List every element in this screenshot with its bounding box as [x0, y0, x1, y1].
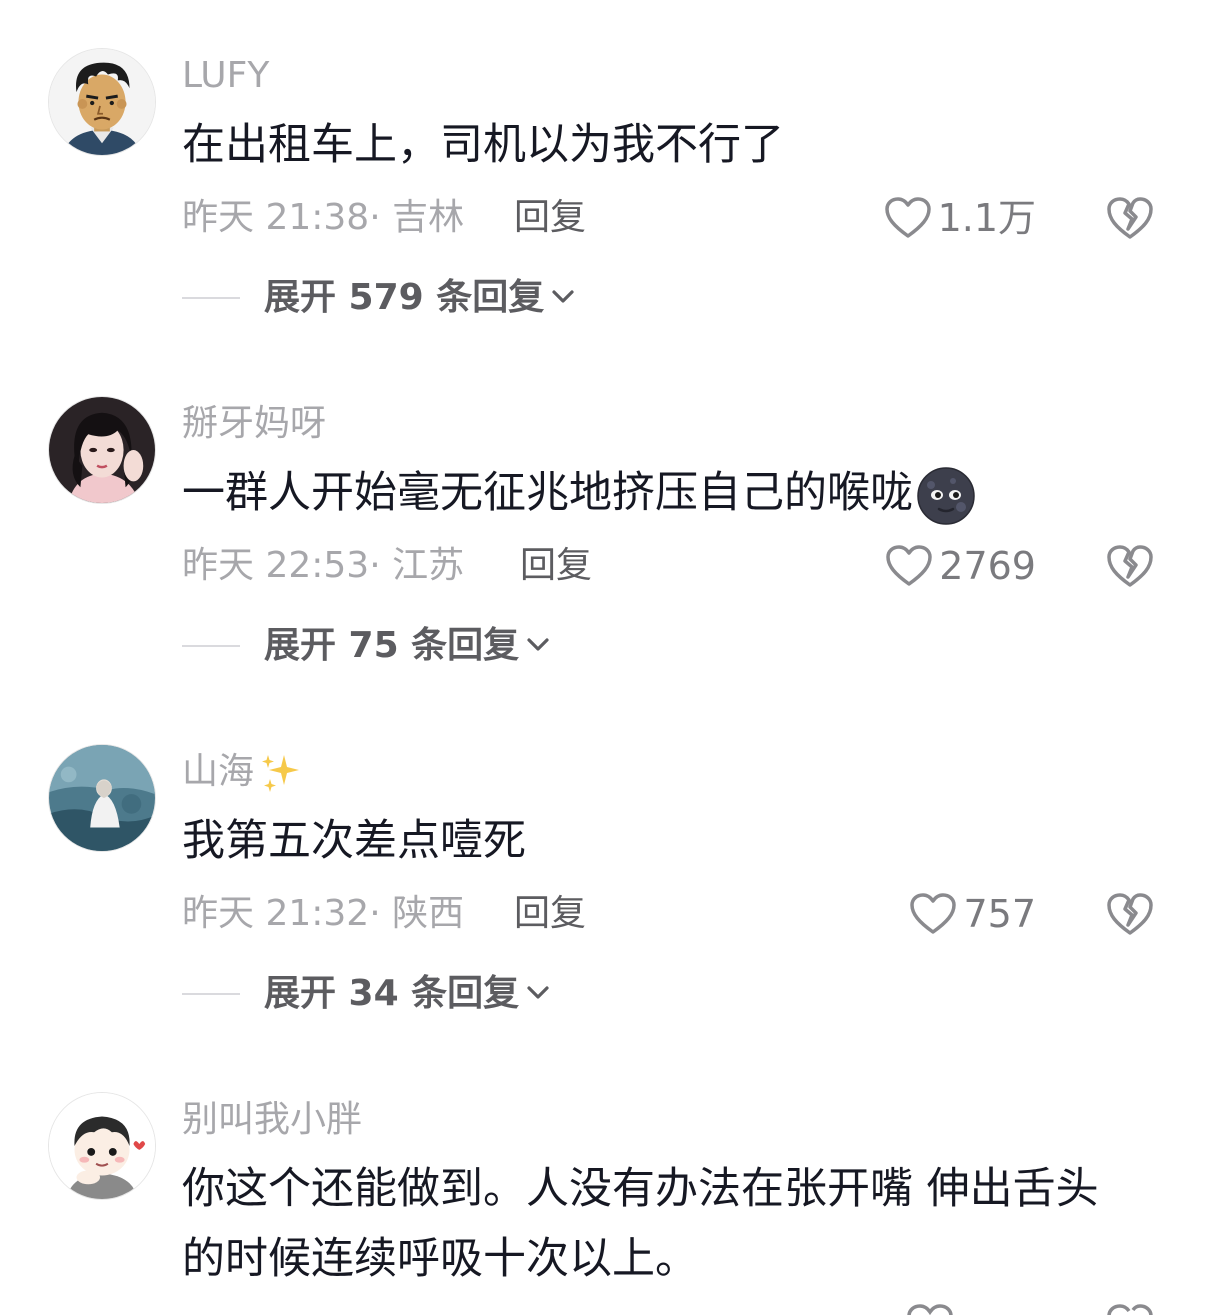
like-count: 2769	[939, 544, 1036, 588]
comment-text: 一群人开始毫无征兆地挤压自己的喉咙	[182, 458, 1142, 528]
divider-line	[182, 993, 240, 995]
comment-meta: 昨天 22:53· 江苏	[182, 544, 464, 588]
expand-replies-button[interactable]: 展开 34 条回复	[182, 972, 551, 1016]
comment-meta: 昨天 21:38· 吉林	[182, 196, 464, 240]
avatar[interactable]	[48, 396, 156, 504]
like-button[interactable]: 2769	[885, 544, 1036, 588]
heart-icon	[885, 544, 933, 588]
comment-location: 吉林	[392, 197, 465, 238]
comment-time: 昨天 21:38	[182, 197, 370, 238]
avatar-cartoon-man-icon	[49, 49, 155, 155]
new-moon-face-emoji	[913, 466, 975, 525]
heart-icon	[884, 196, 932, 240]
like-count: 757	[963, 892, 1036, 936]
reply-button[interactable]: 回复	[520, 544, 592, 588]
meta-separator: ·	[369, 893, 381, 934]
broken-heart-icon	[1106, 195, 1154, 241]
comment-location: 江苏	[392, 545, 465, 586]
reply-button[interactable]: 回复	[514, 196, 586, 240]
comment-text-body: 一群人开始毫无征兆地挤压自己的喉咙	[182, 468, 913, 518]
like-button[interactable]: 1.1万	[884, 196, 1036, 240]
avatar[interactable]	[48, 744, 156, 852]
expand-replies-label: 展开 34 条回复	[264, 973, 520, 1014]
sparkles-icon	[254, 751, 302, 792]
expand-replies-label: 展开 579 条回复	[264, 277, 545, 318]
chevron-down-icon	[519, 634, 551, 658]
username[interactable]: 掰牙妈呀	[182, 402, 326, 446]
divider-line	[182, 645, 240, 647]
chevron-down-icon	[519, 982, 551, 1006]
broken-heart-icon	[1106, 891, 1154, 937]
meta-separator: ·	[369, 197, 381, 238]
comment-text: 我第五次差点噎死	[182, 816, 526, 866]
partial-heart-icon	[906, 1303, 954, 1315]
dislike-button[interactable]	[1106, 543, 1154, 589]
username-text: 山海	[182, 751, 255, 792]
heart-icon	[909, 892, 957, 936]
avatar[interactable]	[48, 1092, 156, 1200]
username[interactable]: LUFY	[182, 54, 269, 98]
comment-meta: 昨天 21:32· 陕西	[182, 892, 464, 936]
username[interactable]: 山海	[182, 750, 302, 795]
like-count: 1.1万	[937, 196, 1036, 240]
chevron-down-icon	[544, 286, 576, 310]
divider-line	[182, 297, 240, 299]
dislike-button[interactable]	[1106, 195, 1154, 241]
expand-replies-button[interactable]: 展开 579 条回复	[182, 276, 576, 320]
expand-replies-label: 展开 75 条回复	[264, 625, 520, 666]
avatar-sea-photo-icon	[49, 745, 155, 851]
comment-text: 你这个还能做到。人没有办法在张开嘴 伸出舌头 的时候连续呼吸十次以上。	[182, 1154, 1182, 1294]
comment-text-line: 的时候连续呼吸十次以上。	[182, 1234, 698, 1284]
comment-time: 昨天 22:53	[182, 545, 370, 586]
dislike-button[interactable]	[1106, 891, 1154, 937]
like-button[interactable]: 757	[909, 892, 1036, 936]
comment-time: 昨天 21:32	[182, 893, 370, 934]
avatar-cartoon-boy-icon	[49, 1093, 155, 1199]
avatar[interactable]	[48, 48, 156, 156]
username[interactable]: 别叫我小胖	[182, 1098, 362, 1142]
broken-heart-icon	[1106, 543, 1154, 589]
reply-button[interactable]: 回复	[514, 892, 586, 936]
avatar-girl-photo-icon	[49, 397, 155, 503]
comment-text: 在出租车上，司机以为我不行了	[182, 120, 784, 170]
comment-text-line: 你这个还能做到。人没有办法在张开嘴 伸出舌头	[182, 1164, 1099, 1214]
meta-separator: ·	[369, 545, 381, 586]
comment-location: 陕西	[392, 893, 465, 934]
partial-broken-heart-icon	[1106, 1303, 1154, 1315]
expand-replies-button[interactable]: 展开 75 条回复	[182, 624, 551, 668]
